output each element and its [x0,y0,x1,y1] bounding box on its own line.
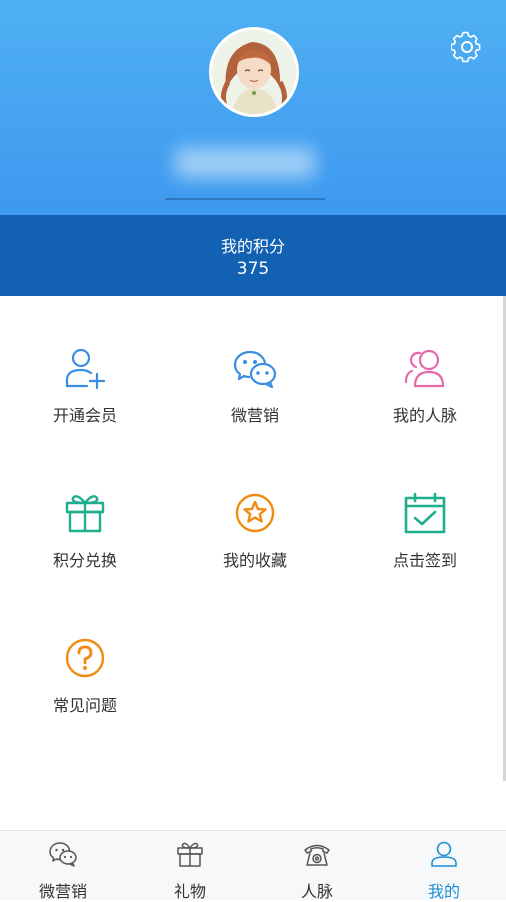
profile-header [0,0,506,215]
tab-label: 人脉 [300,882,333,901]
tab-label: 我的 [427,882,460,901]
menu-item-micro-marketing[interactable]: 微营销 [170,346,340,446]
menu-item-faq[interactable]: 常见问题 [0,636,170,736]
tab-label: 礼物 [173,882,206,901]
gift-icon [65,495,105,533]
menu-item-open-membership[interactable]: 开通会员 [0,346,170,446]
tab-label: 微营销 [38,882,87,901]
menu-label: 开通会员 [52,406,117,425]
points-bar[interactable]: 我的积分 375 [0,215,506,296]
wechat-icon [49,842,77,867]
menu-item-points-exchange[interactable]: 积分兑换 [0,491,170,591]
girl-avatar-illustration [212,30,296,114]
calendar-check-icon [404,492,446,534]
tab-gifts[interactable]: 礼物 [127,831,253,901]
people-icon [404,349,445,388]
telephone-icon [304,844,330,866]
points-value: 375 [236,259,270,279]
points-label: 我的积分 [220,237,285,256]
username-blur [175,148,315,178]
question-icon [65,638,105,678]
add-user-icon [65,348,106,390]
menu-label: 微营销 [230,406,279,425]
star-icon [235,493,275,533]
gift-icon [177,842,203,867]
menu-item-check-in[interactable]: 点击签到 [340,491,506,591]
tab-micro-marketing[interactable]: 微营销 [0,831,126,901]
menu-label: 我的人脉 [392,406,457,425]
wechat-icon [233,350,277,389]
menu-label: 常见问题 [52,696,117,715]
menu-label: 点击签到 [392,551,457,570]
blurred-username [150,140,355,200]
avatar[interactable] [209,27,299,117]
bottom-tab-bar: 微营销 礼物 人脉 我的 [0,830,506,901]
menu-item-my-favorites[interactable]: 我的收藏 [170,491,340,591]
tab-mine[interactable]: 我的 [381,831,506,901]
tab-connections[interactable]: 人脉 [254,831,380,901]
menu-label: 我的收藏 [222,551,287,570]
person-icon [431,841,457,867]
menu-item-my-connections[interactable]: 我的人脉 [340,346,506,446]
gear-icon[interactable] [451,31,483,63]
menu-label: 积分兑换 [52,551,117,570]
username-underline [165,198,325,200]
